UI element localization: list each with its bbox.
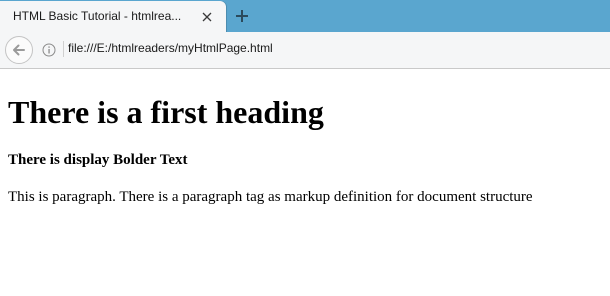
- back-button[interactable]: [5, 36, 33, 64]
- arrow-left-icon: [13, 44, 25, 56]
- info-icon[interactable]: [42, 42, 56, 57]
- tab-strip: HTML Basic Tutorial - htmlrea...: [0, 0, 610, 32]
- bold-text: There is display Bolder Text: [8, 152, 188, 168]
- close-icon[interactable]: [199, 9, 215, 25]
- tab-title: HTML Basic Tutorial - htmlrea...: [13, 9, 182, 23]
- address-bar-input[interactable]: file:///E:/htmlreaders/myHtmlPage.html: [68, 41, 588, 55]
- navigation-bar: file:///E:/htmlreaders/myHtmlPage.html: [0, 32, 610, 69]
- plus-icon[interactable]: [234, 8, 250, 24]
- paragraph: This is paragraph. There is a paragraph …: [8, 189, 533, 205]
- address-bar-separator: [63, 41, 64, 57]
- page-heading: There is a first heading: [8, 94, 324, 130]
- active-tab[interactable]: HTML Basic Tutorial - htmlrea...: [0, 1, 226, 32]
